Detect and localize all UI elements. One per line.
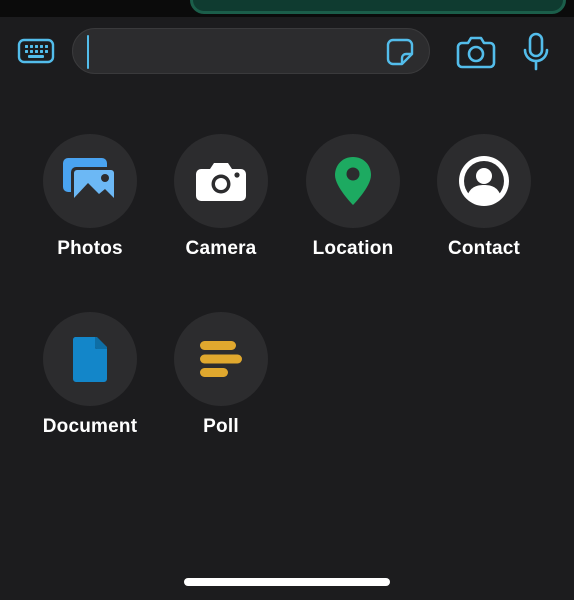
attachment-camera[interactable]: Camera [161,134,281,274]
photos-icon [63,158,117,204]
attachment-camera-label: Camera [185,238,257,259]
attachment-document-label: Document [42,416,138,437]
attachment-grid: Photos Camera Location Contact Document … [0,0,574,600]
camera-icon [196,163,246,201]
attachment-contact-label: Contact [447,238,521,259]
attachment-poll-label: Poll [203,416,239,437]
photos-circle [43,134,137,228]
poll-icon [200,341,242,377]
home-indicator[interactable] [184,578,390,586]
attachment-screen: Photos Camera Location Contact Document … [0,0,574,600]
attachment-photos-label: Photos [57,238,123,259]
poll-circle [174,312,268,406]
attachment-contact[interactable]: Contact [424,134,544,274]
attachment-location[interactable]: Location [293,134,413,274]
contact-icon [459,156,509,206]
camera-circle [174,134,268,228]
document-icon [72,337,107,382]
attachment-photos[interactable]: Photos [30,134,150,274]
attachment-document[interactable]: Document [30,312,150,452]
attachment-poll[interactable]: Poll [161,312,281,452]
location-pin-icon [335,157,371,205]
location-circle [306,134,400,228]
contact-circle [437,134,531,228]
attachment-location-label: Location [312,238,394,259]
document-circle [43,312,137,406]
